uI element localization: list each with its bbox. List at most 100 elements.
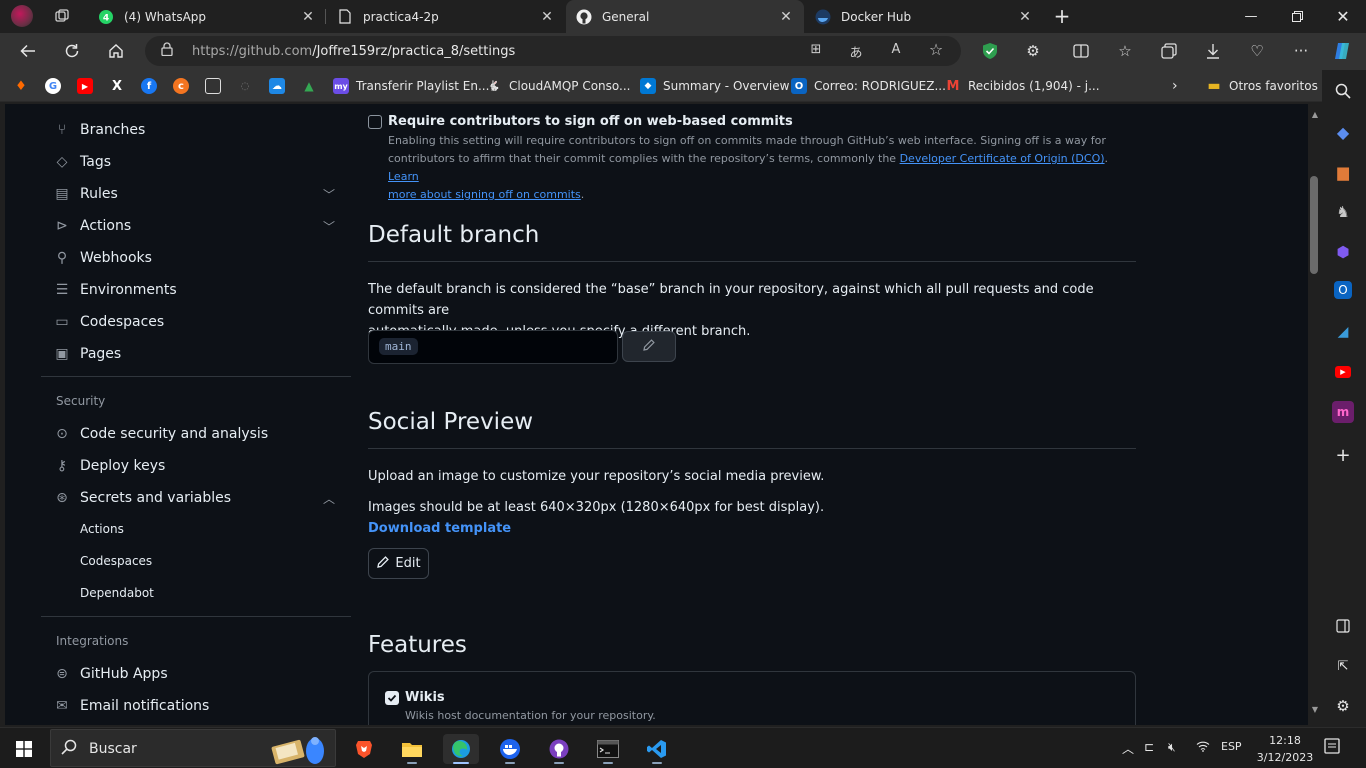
tools-icon[interactable]: ▆ [1332,161,1354,183]
edge-icon[interactable] [443,734,479,764]
sidebar-item-deploy-keys[interactable]: ⚷ Deploy keys [53,451,165,481]
sidebar-item-tags[interactable]: ◇ Tags [53,147,111,177]
crunchyroll-favorite-icon[interactable]: c [173,76,196,96]
close-icon[interactable]: ✕ [300,9,316,25]
split-screen-icon[interactable] [1067,38,1095,64]
sidebar-item-environments[interactable]: ☰ Environments [53,275,177,305]
search-icon[interactable] [1332,80,1354,102]
read-aloud-icon[interactable]: A [885,42,907,60]
shield-extension-icon[interactable] [976,38,1004,64]
close-icon[interactable]: ✕ [778,9,794,25]
taskbar-search-box[interactable]: Buscar [50,729,336,767]
drive-favorite-icon[interactable]: ▲ [301,76,324,96]
tab-whatsapp[interactable]: 4 (4) WhatsApp ✕ [88,0,326,33]
lock-icon[interactable] [161,42,173,60]
volume-muted-icon[interactable]: 🔇︎ [1168,740,1176,755]
back-button[interactable] [13,37,43,65]
dco-link[interactable]: Developer Certificate of Origin (DCO) [900,152,1105,165]
favorites-icon[interactable]: ☆ [1111,38,1139,64]
drop-icon[interactable]: ◢ [1332,321,1354,343]
settings-gear-icon[interactable]: ⚙ [1332,695,1354,717]
youtube-icon[interactable]: ▶ [1332,361,1354,383]
url-text[interactable]: https://github.com/Joffre159rz/practica_… [192,44,515,59]
sidebar-item-webhooks[interactable]: ⚲ Webhooks [53,243,152,273]
page-favorite-icon[interactable] [205,76,228,96]
new-tab-button[interactable]: + [1050,3,1074,29]
learn-more-link-a[interactable]: Learn [388,170,419,183]
profile-button[interactable] [8,3,36,29]
sidebar-subitem-actions[interactable]: Actions [80,522,124,536]
external-link-icon[interactable]: ⇱ [1332,655,1354,677]
file-explorer-icon[interactable] [394,734,430,764]
favorite-transferir[interactable]: my Transferir Playlist En... [333,76,489,96]
more-favorites-chevron-icon[interactable]: › [1172,76,1178,96]
download-icon[interactable] [1199,38,1227,64]
extensions-icon[interactable]: ⚙ [1019,38,1047,64]
refresh-button[interactable] [57,37,87,65]
wifi-icon[interactable] [1196,740,1210,755]
tab-practica[interactable]: practica4-2p ✕ [327,0,565,33]
workspaces-icon[interactable] [48,3,76,29]
globe-favorite-icon[interactable]: ◌ [237,76,260,96]
collections-icon[interactable] [1155,38,1183,64]
sidebar-subitem-codespaces[interactable]: Codespaces [80,554,152,568]
favorite-correo[interactable]: O Correo: RODRIGUEZ... [791,76,946,96]
notifications-icon[interactable] [1324,738,1340,757]
brave-icon[interactable] [346,734,382,764]
favorite-cloudamqp[interactable]: 🐇 CloudAMQP Conso... [486,76,631,96]
terminal-icon[interactable] [590,734,626,764]
language-indicator[interactable]: ESP [1221,740,1242,753]
minimize-button[interactable]: — [1228,0,1274,33]
outlook-icon[interactable]: O [1334,281,1352,299]
scroll-down-arrow-icon[interactable]: ▼ [1309,705,1321,717]
translate-icon[interactable]: あ [845,42,867,61]
apps-available-icon[interactable]: ⊞ [805,42,827,60]
favorite-star-icon[interactable]: ☆ [925,40,947,59]
sidebar-item-email-notifications[interactable]: ✉ Email notifications [53,691,209,721]
sidebar-subitem-dependabot[interactable]: Dependabot [80,586,154,600]
sidebar-item-pages[interactable]: ▣ Pages [53,339,121,369]
favorite-gmail[interactable]: M Recibidos (1,904) - j... [945,76,1100,96]
google-favorite-icon[interactable]: G [45,76,68,96]
sidebar-item-rules[interactable]: ▤ Rules ﹀ [53,179,353,209]
youtube-favorite-icon[interactable]: ▶ [77,76,100,96]
vscode-icon[interactable] [639,734,675,764]
learn-more-link-b[interactable]: more about signing off on commits [388,188,581,201]
scroll-up-arrow-icon[interactable]: ▲ [1309,110,1321,122]
home-button[interactable] [101,37,131,65]
games-icon[interactable]: ♞ [1332,201,1354,223]
wikis-checkbox[interactable] [385,691,399,705]
tab-general[interactable]: General ✕ [566,0,804,33]
sidebar-item-codespaces[interactable]: ▭ Codespaces [53,307,164,337]
docker-desktop-icon[interactable] [492,734,528,764]
more-menu-icon[interactable]: ··· [1287,38,1315,64]
sidebar-item-actions[interactable]: ⊳ Actions ﹀ [53,211,353,241]
tab-docker[interactable]: Docker Hub ✕ [805,0,1043,33]
network-cable-icon[interactable]: ⊏ [1144,740,1154,754]
sidebar-item-secrets[interactable]: ⊛ Secrets and variables ︿ [53,483,353,513]
fire-favorite-icon[interactable]: ♦ [13,76,36,96]
browser-essentials-icon[interactable]: ♡ [1243,38,1271,64]
tray-overflow-chevron-icon[interactable]: ︿ [1122,740,1134,757]
favorite-otros[interactable]: ▬ Otros favoritos [1206,76,1317,96]
social-edit-button[interactable]: Edit [368,548,429,579]
github-desktop-icon[interactable] [541,734,577,764]
address-bar[interactable]: https://github.com/Joffre159rz/practica_… [145,36,961,66]
cloud-favorite-icon[interactable]: ☁ [269,76,292,96]
microsoft-365-icon[interactable]: ⬢ [1332,241,1354,263]
scrollbar-thumb[interactable] [1310,176,1318,274]
sidebar-item-github-apps[interactable]: ⊜ GitHub Apps [53,659,167,689]
shopping-icon[interactable]: ◆ [1332,121,1354,143]
add-sidebar-app-icon[interactable]: + [1332,444,1354,466]
sidebar-item-code-security[interactable]: ⊙ Code security and analysis [53,419,268,449]
close-icon[interactable]: ✕ [539,9,555,25]
app-m-icon[interactable]: m [1332,401,1354,423]
restore-button[interactable] [1274,0,1320,33]
close-window-button[interactable]: ✕ [1320,0,1366,33]
favorite-summary[interactable]: ◆ Summary - Overview [640,76,789,96]
facebook-favorite-icon[interactable]: f [141,76,164,96]
signoff-checkbox[interactable] [368,115,382,129]
close-icon[interactable]: ✕ [1017,9,1033,25]
sidebar-layout-icon[interactable] [1332,615,1354,637]
x-favorite-icon[interactable]: X [109,76,132,96]
